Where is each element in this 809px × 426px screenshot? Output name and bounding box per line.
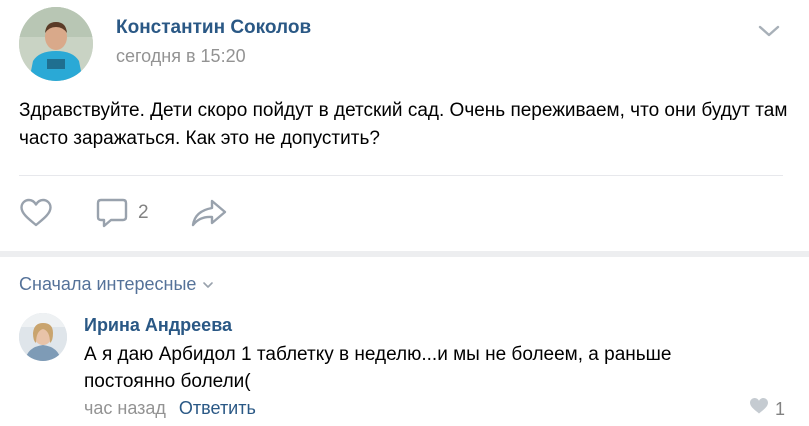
comment-count: 2 — [138, 202, 149, 223]
post-text: Здравствуйте. Дети скоро пойдут в детски… — [19, 100, 788, 149]
chevron-down-icon — [196, 272, 214, 296]
section-separator — [0, 251, 809, 257]
share-button[interactable] — [190, 196, 228, 230]
heart-outline-icon — [19, 198, 53, 228]
commenter-avatar[interactable] — [19, 313, 67, 361]
comment-text: А я даю Арбидол 1 таблетку в неделю...и … — [84, 344, 672, 392]
comment-like-count: 1 — [775, 398, 786, 419]
like-button[interactable] — [19, 196, 53, 230]
author-avatar[interactable] — [19, 7, 93, 81]
comment-meta: час назад Ответить — [84, 396, 256, 420]
comment-button[interactable]: 2 — [96, 196, 149, 230]
reply-button[interactable]: Ответить — [179, 398, 256, 418]
speech-bubble-icon — [96, 197, 128, 229]
commenter-name[interactable]: Ирина Андреева — [84, 313, 232, 337]
post-time[interactable]: сегодня в 15:20 — [116, 44, 246, 68]
comment-time[interactable]: час назад — [84, 398, 166, 418]
chevron-down-icon[interactable] — [756, 22, 782, 40]
comment-like-button[interactable]: 1 — [749, 397, 785, 420]
sort-label: Сначала интересные — [19, 274, 197, 294]
post-card: Константин Соколов сегодня в 15:20 Здрав… — [0, 0, 809, 426]
heart-filled-icon — [749, 397, 769, 420]
share-arrow-icon — [190, 198, 228, 228]
author-name[interactable]: Константин Соколов — [116, 16, 311, 40]
comments-sort-toggle[interactable]: Сначала интересные — [19, 272, 214, 296]
divider — [19, 175, 783, 176]
